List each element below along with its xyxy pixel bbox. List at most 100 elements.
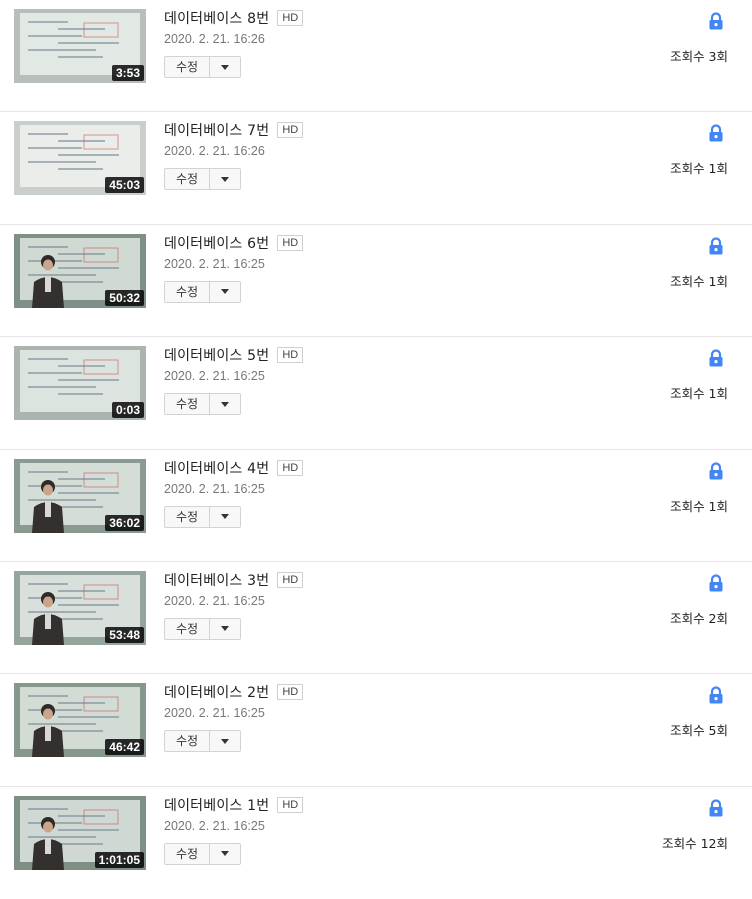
video-thumbnail[interactable]: 36:02 [14,458,146,533]
edit-button-group: 수정 [164,730,242,753]
video-duration: 36:02 [105,514,144,531]
video-title[interactable]: 데이터베이스 5번 [164,345,269,365]
edit-button-group: 수정 [164,56,242,78]
hd-badge: HD [277,234,304,251]
view-count: 조회수 5회 [670,723,728,739]
edit-button-group: 수정 [164,617,242,640]
title-line: 데이터베이스 1번 HD [164,795,304,815]
chevron-down-icon [221,401,230,407]
view-count: 조회수 1회 [670,273,728,289]
view-count: 조회수 12회 [662,835,728,851]
video-duration: 3:53 [111,65,144,81]
hd-badge: HD [277,459,304,476]
edit-button[interactable]: 수정 [165,843,211,864]
video-row: 46:42 데이터베이스 2번 HD 2020. 2. 21. 16:25 수정… [0,674,752,787]
video-duration: 50:32 [105,289,144,306]
upload-date: 2020. 2. 21. 16:25 [164,706,265,721]
view-count: 조회수 1회 [670,161,728,177]
video-title[interactable]: 데이터베이스 2번 [164,682,269,702]
video-row: 1:01:05 데이터베이스 1번 HD 2020. 2. 21. 16:25 … [0,787,752,899]
upload-date: 2020. 2. 21. 16:25 [164,481,265,496]
chevron-down-icon [221,514,230,520]
video-duration: 53:48 [105,626,144,643]
edit-dropdown-button[interactable] [210,619,240,639]
view-count: 조회수 1회 [670,386,728,402]
video-thumbnail[interactable]: 0:03 [14,346,146,421]
edit-button[interactable]: 수정 [165,169,211,190]
chevron-down-icon [221,289,230,295]
edit-button-group: 수정 [164,280,242,303]
video-title[interactable]: 데이터베이스 6번 [164,233,269,253]
chevron-down-icon [221,626,230,632]
lock-icon[interactable] [708,799,724,817]
view-count: 조회수 3회 [670,49,728,64]
upload-date: 2020. 2. 21. 16:25 [164,369,265,384]
edit-dropdown-button[interactable] [210,731,240,751]
video-title[interactable]: 데이터베이스 8번 [164,8,269,28]
title-line: 데이터베이스 7번 HD [164,120,304,140]
upload-date: 2020. 2. 21. 16:25 [164,256,265,271]
chevron-down-icon [221,851,230,857]
lock-icon[interactable] [708,349,724,367]
edit-button-group: 수정 [164,505,242,528]
upload-date: 2020. 2. 21. 16:26 [164,32,265,46]
edit-button[interactable]: 수정 [165,506,211,527]
video-duration: 1:01:05 [94,851,144,868]
video-title[interactable]: 데이터베이스 7번 [164,120,269,140]
edit-button[interactable]: 수정 [165,394,211,415]
edit-button[interactable]: 수정 [165,731,211,752]
video-thumbnail[interactable]: 3:53 [14,9,146,83]
video-thumbnail[interactable]: 45:03 [14,121,146,196]
video-row: 0:03 데이터베이스 5번 HD 2020. 2. 21. 16:25 수정 … [0,337,752,450]
edit-button[interactable]: 수정 [165,57,211,77]
title-line: 데이터베이스 4번 HD [164,458,304,478]
edit-dropdown-button[interactable] [210,844,240,864]
video-duration: 46:42 [105,739,144,756]
edit-dropdown-button[interactable] [210,57,240,77]
edit-dropdown-button[interactable] [210,507,240,527]
hd-badge: HD [277,122,304,139]
video-row: 3:53 데이터베이스 8번 HD 2020. 2. 21. 16:26 수정 … [0,0,752,113]
edit-dropdown-button[interactable] [210,394,240,414]
edit-dropdown-button[interactable] [210,282,240,302]
video-thumbnail[interactable]: 53:48 [14,570,146,645]
video-duration: 45:03 [105,177,144,194]
title-line: 데이터베이스 3번 HD [164,570,304,590]
hd-badge: HD [277,796,304,813]
lock-icon[interactable] [708,461,724,480]
lock-icon[interactable] [708,12,724,30]
lock-icon[interactable] [708,124,724,142]
view-count: 조회수 2회 [670,610,728,626]
title-line: 데이터베이스 5번 HD [164,345,304,365]
lock-icon[interactable] [708,237,724,255]
edit-dropdown-button[interactable] [210,169,240,189]
video-title[interactable]: 데이터베이스 1번 [164,795,269,815]
hd-badge: HD [277,684,304,701]
video-thumbnail[interactable]: 1:01:05 [14,795,146,870]
edit-button[interactable]: 수정 [165,281,211,302]
video-title[interactable]: 데이터베이스 4번 [164,458,269,478]
edit-button-group: 수정 [164,168,242,191]
lock-icon[interactable] [708,686,724,704]
view-count: 조회수 1회 [670,498,728,514]
title-line: 데이터베이스 6번 HD [164,233,304,253]
video-thumbnail[interactable]: 50:32 [14,233,146,308]
video-row: 50:32 데이터베이스 6번 HD 2020. 2. 21. 16:25 수정… [0,225,752,338]
hd-badge: HD [277,347,304,364]
video-duration: 0:03 [111,402,144,419]
chevron-down-icon [221,64,230,70]
video-thumbnail[interactable]: 46:42 [14,683,146,758]
edit-button[interactable]: 수정 [165,618,211,639]
edit-button-group: 수정 [164,393,242,416]
video-row: 36:02 데이터베이스 4번 HD 2020. 2. 21. 16:25 수정… [0,450,752,562]
hd-badge: HD [277,571,304,588]
edit-button-group: 수정 [164,842,242,865]
hd-badge: HD [277,10,304,26]
title-line: 데이터베이스 8번 HD [164,8,304,28]
upload-date: 2020. 2. 21. 16:25 [164,593,265,608]
upload-date: 2020. 2. 21. 16:25 [164,818,265,833]
chevron-down-icon [221,738,230,744]
lock-icon[interactable] [708,574,724,592]
chevron-down-icon [221,176,230,182]
video-title[interactable]: 데이터베이스 3번 [164,570,269,590]
